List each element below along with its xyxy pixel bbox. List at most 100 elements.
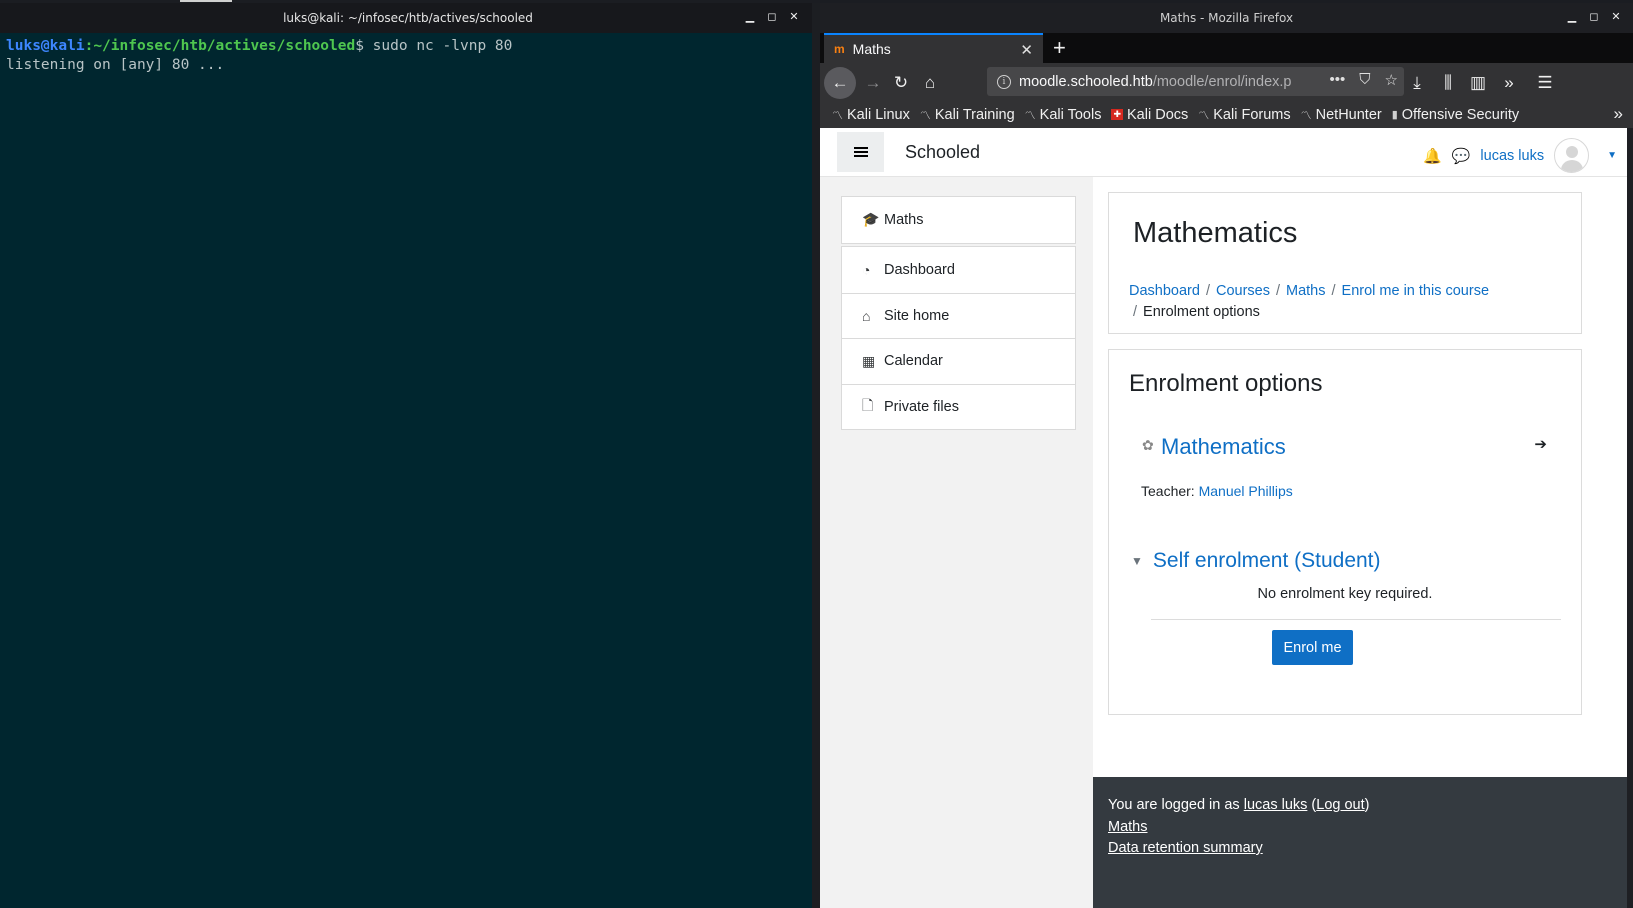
kali-docs-icon: ✚ (1111, 109, 1124, 120)
maximize-icon[interactable]: ◻ (766, 11, 778, 23)
user-menu-name[interactable]: lucas luks (1480, 148, 1544, 164)
enrol-me-button[interactable]: Enrol me (1272, 630, 1353, 665)
drawer-item-label: Site home (884, 307, 950, 324)
teacher-line: Teacher: Manuel Phillips (1141, 483, 1293, 499)
url-text[interactable]: moodle.schooled.htb/moodle/enrol/index.p (1019, 74, 1329, 90)
teacher-link[interactable]: Manuel Phillips (1199, 483, 1293, 499)
page-footer: You are logged in as lucas luks (Log out… (1093, 777, 1633, 908)
drawer-main-group: ◔ Dashboard ⌂ Site home ▦ Calendar 🗋 Private… (841, 246, 1076, 430)
bookmark-label: Kali Tools (1039, 106, 1102, 123)
downloads-button[interactable]: ⤓ (1404, 70, 1430, 96)
breadcrumb-courses[interactable]: Courses (1216, 283, 1270, 299)
bookmark-kali-linux[interactable]: 〽 Kali Linux (832, 107, 910, 123)
new-tab-button[interactable]: + (1053, 35, 1066, 61)
hamburger-icon (853, 151, 868, 153)
site-info-icon[interactable]: i (997, 74, 1011, 89)
course-icon: ✿ (1142, 437, 1154, 453)
breadcrumb-maths[interactable]: Maths (1286, 283, 1326, 299)
toolbar-overflow-button[interactable]: » (1496, 70, 1522, 96)
prompt-path: ~/infosec/htb/actives/schooled (93, 38, 356, 54)
bookmarks-toolbar: 〽 Kali Linux 〽 Kali Training 〽 Kali Tools ✚… (820, 101, 1633, 128)
library-button[interactable]: ⫼ (1435, 70, 1461, 96)
bookmark-kali-training[interactable]: 〽 Kali Training (920, 107, 1015, 123)
data-retention-link[interactable]: Data retention summary (1108, 840, 1263, 856)
bookmark-kali-tools[interactable]: 〽 Kali Tools (1025, 107, 1102, 123)
breadcrumb-current: Enrolment options (1143, 304, 1260, 320)
site-name[interactable]: Schooled (905, 142, 980, 163)
close-icon[interactable]: ✕ (1610, 11, 1622, 23)
window-divider[interactable] (812, 3, 820, 908)
reload-button[interactable]: ↻ (888, 70, 914, 96)
prompt-user: luks@kali (6, 38, 85, 54)
terminal-output[interactable]: luks@kali:~/infosec/htb/actives/schooled… (0, 33, 816, 79)
bookmark-kali-forums[interactable]: 〽 Kali Forums (1198, 107, 1290, 123)
firefox-title: Maths - Mozilla Firefox (1159, 11, 1294, 25)
drawer-item-dashboard[interactable]: ◔ Dashboard (842, 247, 1075, 293)
bookmark-label: Kali Forums (1213, 106, 1291, 123)
bookmark-kali-docs[interactable]: ✚ Kali Docs (1111, 107, 1188, 123)
navigation-toolbar: ← → ↻ ⌂ i moodle.schooled.htb/moodle/enr… (820, 63, 1633, 101)
drawer-item-site-home[interactable]: ⌂ Site home (842, 292, 1075, 339)
notification-bell-icon[interactable]: 🔔 (1423, 147, 1442, 165)
close-icon[interactable]: ✕ (788, 11, 800, 23)
maximize-icon[interactable]: ◻ (1588, 11, 1600, 23)
firefox-window[interactable]: Maths - Mozilla Firefox ▁ ◻ ✕ m Maths ✕ … (820, 3, 1633, 908)
terminal-output-line: listening on [any] 80 ... (6, 57, 225, 73)
terminal-title: luks@kali: ~/infosec/htb/actives/schoole… (283, 11, 533, 25)
bookmark-offensive-security[interactable]: ▮ Offensive Security (1392, 107, 1519, 123)
page-actions-icon[interactable]: ••• (1330, 71, 1346, 89)
drawer-item-maths[interactable]: 🎓 Maths (842, 197, 1075, 243)
no-key-message: No enrolment key required. (1257, 586, 1433, 602)
offsec-icon: ▮ (1391, 109, 1398, 121)
tab-close-icon[interactable]: ✕ (1020, 41, 1033, 59)
breadcrumb-enrol[interactable]: Enrol me in this course (1342, 283, 1489, 299)
enrolment-options-card: Enrolment options ✿ Mathematics ➔ Teache… (1108, 349, 1582, 715)
menu-button[interactable]: ☰ (1532, 70, 1558, 96)
terminal-titlebar[interactable]: luks@kali: ~/infosec/htb/actives/schoole… (0, 3, 816, 33)
prompt-end: $ (355, 38, 364, 54)
url-path: /moodle/enrol/index.p (1152, 73, 1292, 90)
enrol-sign-in-icon[interactable]: ➔ (1534, 435, 1547, 453)
drawer-item-private-files[interactable]: 🗋 Private files (842, 383, 1075, 430)
firefox-titlebar[interactable]: Maths - Mozilla Firefox ▁ ◻ ✕ (820, 3, 1633, 33)
enrolment-heading: Enrolment options (1129, 370, 1323, 397)
bookmark-label: Kali Docs (1127, 106, 1189, 123)
bookmarks-overflow-icon[interactable]: » (1614, 104, 1623, 124)
breadcrumb-dashboard[interactable]: Dashboard (1129, 283, 1200, 299)
terminal-window[interactable]: luks@kali: ~/infosec/htb/actives/schoole… (0, 3, 816, 908)
bookmark-label: Kali Linux (847, 106, 910, 123)
home-icon: ⌂ (862, 307, 871, 324)
footer-maths-link[interactable]: Maths (1108, 819, 1148, 835)
messages-icon[interactable]: 💬 (1452, 147, 1471, 165)
pocket-icon[interactable]: ⛉ (1359, 71, 1370, 89)
page-header: Mathematics Dashboard / Courses / Maths / Enro… (1108, 192, 1582, 334)
footer-user-link[interactable]: lucas luks (1244, 797, 1308, 813)
home-button[interactable]: ⌂ (917, 70, 943, 96)
sidebar-button[interactable]: ▥ (1465, 70, 1491, 96)
forward-button[interactable]: → (860, 70, 886, 96)
page-title: Mathematics (1133, 217, 1298, 249)
drawer-toggle-button[interactable] (837, 132, 884, 172)
breadcrumb-separator: / (1275, 283, 1280, 299)
self-enrolment-toggle[interactable]: ▼ Self enrolment (Student) (1131, 549, 1381, 573)
page-content: Schooled 🔔 💬 lucas luks ▼ 🎓 Maths ◔ Dashbo… (820, 128, 1633, 908)
bookmark-star-icon[interactable]: ☆ (1385, 71, 1398, 89)
avatar[interactable] (1554, 138, 1590, 173)
terminal-command: sudo nc -lvnp 80 (363, 38, 513, 54)
minimize-icon[interactable]: ▁ (744, 11, 756, 23)
self-enrolment-label: Self enrolment (Student) (1152, 549, 1381, 572)
drawer-item-calendar[interactable]: ▦ Calendar (842, 338, 1075, 384)
minimize-icon[interactable]: ▁ (1566, 11, 1578, 23)
workspace-indicator[interactable] (180, 0, 232, 2)
chevron-down-icon[interactable]: ▼ (1607, 150, 1617, 161)
course-name-link[interactable]: Mathematics (1161, 434, 1286, 460)
url-bar[interactable]: i moodle.schooled.htb/moodle/enrol/index… (987, 67, 1404, 96)
drawer-item-label: Private files (884, 398, 959, 415)
moodle-favicon-icon: m (834, 42, 845, 56)
bookmark-nethunter[interactable]: 〽 NetHunter (1301, 107, 1382, 123)
logout-link[interactable]: Log out (1316, 797, 1364, 813)
calendar-icon: ▦ (862, 352, 876, 369)
tab-maths[interactable]: m Maths ✕ (824, 33, 1043, 63)
tab-bar: m Maths ✕ + (820, 33, 1633, 63)
back-button[interactable]: ← (824, 67, 856, 99)
